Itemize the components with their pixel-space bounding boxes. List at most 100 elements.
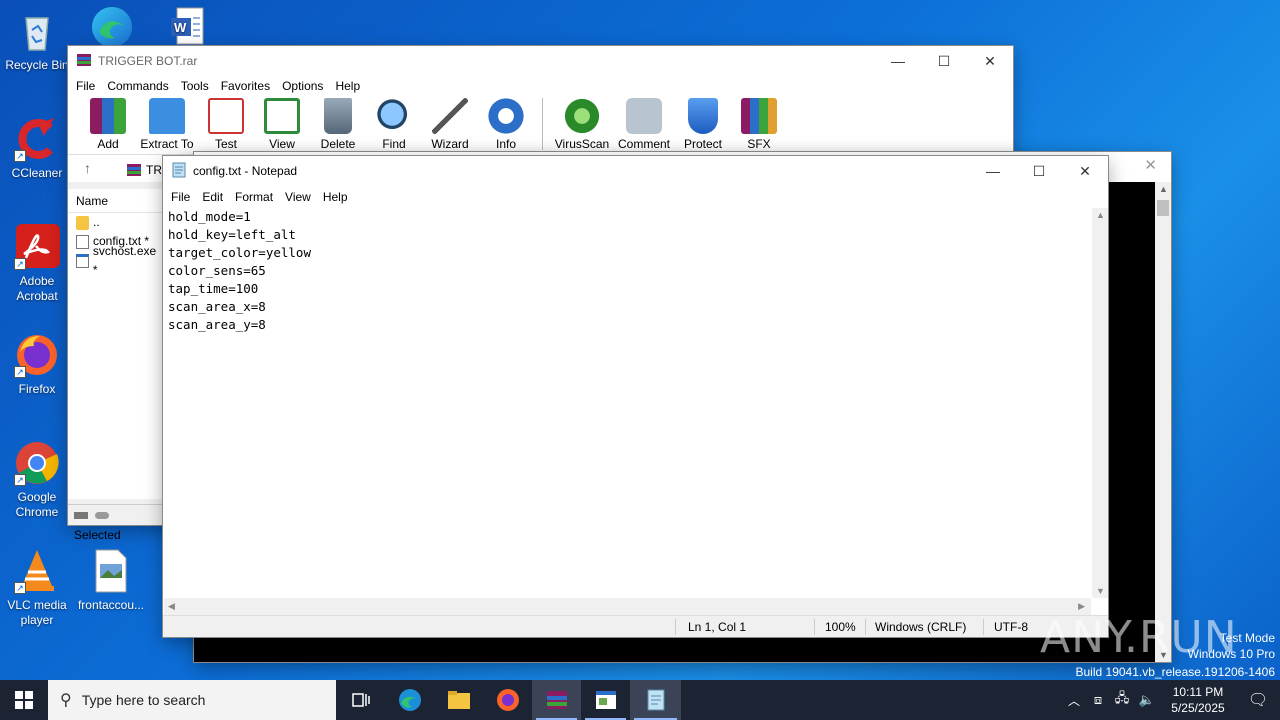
maximize-button[interactable]: ☐ <box>1016 156 1062 186</box>
taskbar-clock[interactable]: 10:11 PM 5/25/2025 <box>1160 684 1236 716</box>
menu-edit[interactable]: Edit <box>198 190 231 204</box>
find-button[interactable]: Find <box>366 96 422 151</box>
file-row-parent[interactable]: .. <box>68 213 163 232</box>
taskbar-winrar[interactable] <box>532 680 581 720</box>
menu-help[interactable]: Help <box>319 190 356 204</box>
volume-icon[interactable]: 🔈 <box>1134 692 1160 708</box>
network-icon[interactable]: 🖧 <box>1110 689 1134 711</box>
desktop-icon-firefox[interactable]: ↗ Firefox <box>1 332 73 397</box>
task-view-button[interactable] <box>336 680 385 720</box>
windows-logo-icon <box>15 691 33 709</box>
magnifier-icon <box>376 98 412 134</box>
winrar-titlebar[interactable]: TRIGGER BOT.rar — ☐ ✕ <box>68 46 1013 76</box>
sfx-button[interactable]: SFX <box>731 96 787 151</box>
desktop-icon-label: Adobe Acrobat <box>16 274 58 303</box>
scroll-down-arrow[interactable]: ▼ <box>1096 586 1105 596</box>
desktop-icon-google-chrome[interactable]: ↗ Google Chrome <box>1 440 73 520</box>
menu-commands[interactable]: Commands <box>103 79 176 93</box>
search-placeholder: Type here to search <box>81 692 206 708</box>
taskbar-notepad[interactable] <box>630 680 681 720</box>
book-view-icon <box>264 98 300 134</box>
desktop-icon-label: CCleaner <box>11 166 63 180</box>
menu-format[interactable]: Format <box>231 190 281 204</box>
notepad-menubar: File Edit Format View Help <box>163 186 1108 208</box>
maximize-button[interactable]: ☐ <box>921 46 967 76</box>
info-icon <box>488 98 524 134</box>
magic-wand-icon <box>432 98 468 134</box>
svg-text:W: W <box>174 20 187 35</box>
menu-file[interactable]: File <box>167 190 198 204</box>
menu-tools[interactable]: Tools <box>177 79 217 93</box>
taskbar-file-explorer[interactable] <box>434 680 483 720</box>
up-arrow-icon[interactable]: ↑ <box>84 160 91 176</box>
build-label: Build 19041.vb_release.191206-1406 <box>1075 665 1276 679</box>
clock-time: 10:11 PM <box>1172 685 1224 699</box>
status-divider <box>675 619 676 635</box>
tray-app-icon[interactable]: ⧈ <box>1086 692 1110 708</box>
taskbar-console[interactable] <box>581 680 630 720</box>
firefox-icon: ↗ <box>14 332 60 378</box>
scroll-left-arrow[interactable]: ◀ <box>168 601 175 612</box>
wizard-button[interactable]: Wizard <box>422 96 478 151</box>
scroll-thumb[interactable] <box>1157 200 1169 216</box>
window-title: TRIGGER BOT.rar <box>98 54 198 68</box>
comment-button[interactable]: Comment <box>613 96 675 151</box>
shortcut-arrow-icon: ↗ <box>14 582 26 594</box>
desktop-icon-frontaccounting[interactable]: frontaccou... <box>75 548 147 613</box>
test-button[interactable]: Test <box>198 96 254 151</box>
status-cursor-position: Ln 1, Col 1 <box>688 620 747 634</box>
file-list: Name .. config.txt * svchost.exe * <box>68 189 164 499</box>
taskbar-edge[interactable] <box>385 680 434 720</box>
menu-options[interactable]: Options <box>278 79 331 93</box>
console-close-button[interactable]: ✕ <box>1144 156 1157 174</box>
scroll-up-arrow[interactable]: ▲ <box>1159 184 1168 194</box>
name-column-header[interactable]: Name <box>68 189 163 213</box>
desktop-icon-recycle-bin[interactable]: Recycle Bin <box>1 8 73 73</box>
minimize-button[interactable]: — <box>970 156 1016 186</box>
start-button[interactable] <box>0 680 48 720</box>
desktop-icon-adobe-acrobat[interactable]: ↗ Adobe Acrobat <box>1 224 73 304</box>
test-clipboard-icon <box>208 98 244 134</box>
menu-view[interactable]: View <box>281 190 319 204</box>
file-row-svchost-exe[interactable]: svchost.exe * <box>68 244 163 277</box>
notepad-window[interactable]: config.txt - Notepad — ☐ ✕ File Edit For… <box>163 156 1108 637</box>
trash-icon <box>324 98 352 134</box>
shortcut-arrow-icon: ↗ <box>14 150 26 162</box>
archive-path-icon <box>126 162 142 181</box>
info-button[interactable]: Info <box>478 96 534 151</box>
desktop-icon-ccleaner[interactable]: ↗ CCleaner <box>1 116 73 181</box>
menu-file[interactable]: File <box>72 79 103 93</box>
notification-icon[interactable]: 🗨 <box>1236 690 1280 710</box>
menu-favorites[interactable]: Favorites <box>217 79 278 93</box>
status-divider <box>865 619 866 635</box>
chevron-up-icon[interactable]: ︿ <box>1062 692 1086 709</box>
taskbar-firefox[interactable] <box>483 680 532 720</box>
horizontal-scrollbar[interactable]: ◀ ▶ <box>164 598 1091 615</box>
extract-to-button[interactable]: Extract To <box>136 96 198 151</box>
delete-button[interactable]: Delete <box>310 96 366 151</box>
close-button[interactable]: ✕ <box>1062 156 1108 186</box>
protect-button[interactable]: Protect <box>675 96 731 151</box>
scroll-right-arrow[interactable]: ▶ <box>1078 601 1085 612</box>
text-editor-area[interactable]: hold_mode=1 hold_key=left_alt target_col… <box>164 208 1091 598</box>
minimize-button[interactable]: — <box>875 46 921 76</box>
add-button[interactable]: Add <box>80 96 136 151</box>
notepad-app-icon <box>171 162 187 181</box>
desktop-icon-label: Recycle Bin <box>5 58 69 72</box>
ccleaner-icon: ↗ <box>14 116 60 162</box>
desktop-icon-vlc[interactable]: ↗ VLC media player <box>1 548 73 628</box>
menu-help[interactable]: Help <box>331 79 368 93</box>
winrar-icon <box>546 691 567 709</box>
console-scrollbar[interactable]: ▲ ▼ <box>1155 182 1171 662</box>
vlc-icon: ↗ <box>14 548 60 594</box>
close-button[interactable]: ✕ <box>967 46 1013 76</box>
virusscan-button[interactable]: VirusScan <box>551 96 613 151</box>
notepad-titlebar[interactable]: config.txt - Notepad — ☐ ✕ <box>163 156 1108 186</box>
image-file-icon <box>88 548 134 594</box>
vertical-scrollbar[interactable]: ▲ ▼ <box>1092 208 1108 598</box>
view-button[interactable]: View <box>254 96 310 151</box>
scroll-up-arrow[interactable]: ▲ <box>1096 210 1105 220</box>
comment-icon <box>626 98 662 134</box>
test-mode-label: Test Mode Windows 10 Pro <box>1187 631 1275 661</box>
taskbar-search-box[interactable]: ⚲ Type here to search <box>48 680 336 720</box>
